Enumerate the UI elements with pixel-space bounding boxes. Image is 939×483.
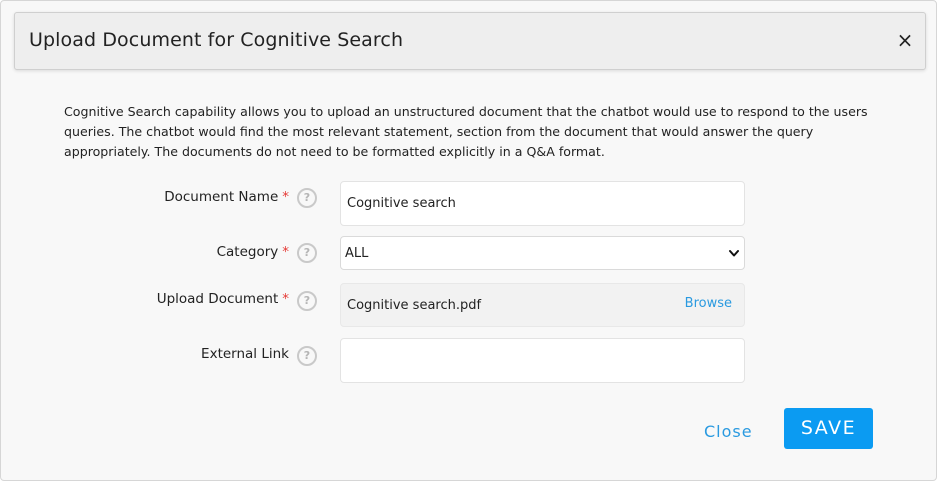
help-icon[interactable]: ? xyxy=(297,243,317,263)
uploaded-file-name: Cognitive search.pdf xyxy=(347,298,482,313)
document-name-label: Document Name * xyxy=(9,189,289,205)
help-icon[interactable]: ? xyxy=(297,188,317,208)
save-button[interactable]: SAVE xyxy=(784,408,873,449)
external-link-label: External Link xyxy=(9,346,289,362)
required-marker: * xyxy=(282,291,289,307)
upload-document-dialog: Upload Document for Cognitive Search × C… xyxy=(0,0,937,481)
upload-document-label: Upload Document * xyxy=(9,291,289,307)
category-selected-value: ALL xyxy=(345,246,369,261)
document-name-value: Cognitive search xyxy=(347,196,456,211)
dialog-description: Cognitive Search capability allows you t… xyxy=(64,104,868,159)
external-link-label-text: External Link xyxy=(201,346,289,362)
close-button[interactable]: Close xyxy=(704,422,753,441)
dialog-title: Upload Document for Cognitive Search xyxy=(29,29,404,51)
external-link-input[interactable] xyxy=(340,338,745,383)
upload-document-field[interactable]: Cognitive search.pdf Browse xyxy=(340,283,745,327)
help-icon[interactable]: ? xyxy=(297,291,317,311)
category-label: Category * xyxy=(9,244,289,260)
upload-document-label-text: Upload Document xyxy=(156,291,279,307)
chevron-down-icon xyxy=(729,250,739,257)
browse-button[interactable]: Browse xyxy=(685,296,732,311)
category-select[interactable]: ALL xyxy=(340,236,745,270)
required-marker: * xyxy=(282,244,289,260)
document-name-label-text: Document Name xyxy=(164,189,279,205)
category-label-text: Category xyxy=(216,244,279,260)
document-name-input[interactable]: Cognitive search xyxy=(340,181,745,226)
close-icon[interactable]: × xyxy=(893,26,917,54)
dialog-header: Upload Document for Cognitive Search × xyxy=(14,12,926,70)
required-marker: * xyxy=(282,189,289,205)
help-icon[interactable]: ? xyxy=(297,346,317,366)
